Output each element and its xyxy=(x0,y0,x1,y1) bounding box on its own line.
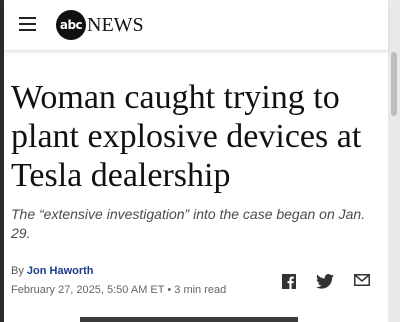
publish-date: February 27, 2025, 5:50 AM ET xyxy=(11,284,165,296)
byline: By Jon Haworth xyxy=(11,265,94,277)
abc-news-logo[interactable]: abc NEWS xyxy=(56,9,144,41)
scrollbar-track[interactable] xyxy=(388,0,400,322)
article-meta: February 27, 2025, 5:50 AM ET • 3 min re… xyxy=(11,284,226,296)
article-dek: The “extensive investigation” into the c… xyxy=(11,206,366,241)
author-link[interactable]: Jon Haworth xyxy=(27,265,94,277)
abc-logo-circle: abc xyxy=(56,10,86,40)
site-header: abc NEWS xyxy=(4,0,388,51)
article-headline: Woman caught trying to plant explosive d… xyxy=(11,79,362,194)
read-time: 3 min read xyxy=(174,284,227,296)
meta-separator: • xyxy=(167,284,172,296)
byline-prefix: By xyxy=(11,265,24,277)
twitter-icon[interactable] xyxy=(316,274,334,290)
email-icon[interactable] xyxy=(354,274,372,290)
facebook-icon[interactable] xyxy=(282,274,300,290)
article-image-top-edge xyxy=(80,317,298,322)
news-logo-word: NEWS xyxy=(87,13,144,36)
hamburger-menu-icon[interactable] xyxy=(19,17,36,31)
scrollbar-thumb[interactable] xyxy=(391,52,397,116)
